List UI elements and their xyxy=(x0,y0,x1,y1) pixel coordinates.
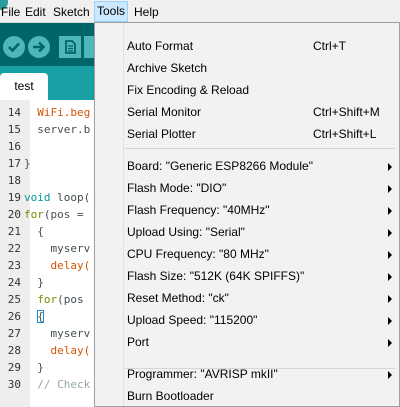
code-line[interactable]: for(pos = xyxy=(24,208,84,221)
code-token: } xyxy=(24,276,44,289)
code-token: { xyxy=(37,310,44,323)
code-token: void xyxy=(24,191,51,204)
verify-button[interactable] xyxy=(3,36,25,58)
menu-item-flash-mode-dio[interactable]: Flash Mode: "DIO" xyxy=(95,177,399,199)
menu-item-serial-plotter[interactable]: Serial Plotter Ctrl+Shift+L xyxy=(95,123,399,145)
code-token: (pos xyxy=(57,293,84,306)
submenu-arrow-icon xyxy=(388,339,392,347)
menu-edit[interactable]: Edit xyxy=(25,4,46,20)
menu-item-port[interactable]: Port xyxy=(95,331,399,353)
code-token: { xyxy=(24,225,44,238)
code-line[interactable]: delay( xyxy=(24,259,90,272)
code-token: server.b xyxy=(24,123,91,136)
menu-item-label: Port xyxy=(127,335,150,349)
menu-item-label: Upload Using: "Serial" xyxy=(127,225,245,239)
code-token: (pos = xyxy=(43,208,84,221)
menu-item-upload-speed-115200[interactable]: Upload Speed: "115200" xyxy=(95,309,399,331)
submenu-arrow-icon xyxy=(388,229,392,237)
menu-item-label: Reset Method: "ck" xyxy=(127,291,229,305)
code-line[interactable]: for(pos xyxy=(24,293,84,306)
menu-item-label: Burn Bootloader xyxy=(127,389,214,403)
tab-test[interactable]: test xyxy=(0,73,48,100)
menu-item-flash-size-512k-64k-spiffs[interactable]: Flash Size: "512K (64K SPIFFS)" xyxy=(95,265,399,287)
menu-item-label: Auto Format xyxy=(127,39,194,53)
submenu-arrow-icon xyxy=(388,207,392,215)
new-sketch-icon xyxy=(65,40,76,54)
menu-item-burn-bootloader[interactable]: Burn Bootloader xyxy=(95,385,399,407)
code-token: for xyxy=(24,208,44,221)
submenu-arrow-icon xyxy=(388,163,392,171)
code-line[interactable]: } xyxy=(24,157,31,170)
submenu-arrow-icon xyxy=(388,295,392,303)
menu-item-label: Archive Sketch xyxy=(127,61,208,75)
code-line[interactable]: server.b xyxy=(24,123,90,136)
verify-icon xyxy=(8,42,20,53)
code-token: loop( xyxy=(50,191,91,204)
code-line[interactable]: myserv xyxy=(24,327,90,340)
menu-item-auto-format[interactable]: Auto Format Ctrl+T xyxy=(95,35,399,57)
menu-help[interactable]: Help xyxy=(134,4,159,20)
new-sketch-button[interactable] xyxy=(59,36,81,58)
menu-item-shortcut: Ctrl+T xyxy=(313,39,346,53)
menu-item-label: Programmer: "AVRISP mkII" xyxy=(127,367,278,381)
menu-item-upload-using-serial[interactable]: Upload Using: "Serial" xyxy=(95,221,399,243)
code-token: delay( xyxy=(24,259,91,272)
submenu-arrow-icon xyxy=(388,371,392,379)
menu-item-cpu-frequency-80-mhz[interactable]: CPU Frequency: "80 MHz" xyxy=(95,243,399,265)
menu-item-archive-sketch[interactable]: Archive Sketch xyxy=(95,57,399,79)
menu-item-label: Board: "Generic ESP8266 Module" xyxy=(127,159,313,173)
menu-item-label: CPU Frequency: "80 MHz" xyxy=(127,247,269,261)
code-token: myserv xyxy=(24,242,91,255)
menu-item-reset-method-ck[interactable]: Reset Method: "ck" xyxy=(95,287,399,309)
menu-item-label: Serial Plotter xyxy=(127,127,196,141)
upload-button[interactable] xyxy=(28,36,50,58)
menu-item-board-generic-esp8266-module[interactable]: Board: "Generic ESP8266 Module" xyxy=(95,155,399,177)
menu-item-shortcut: Ctrl+Shift+M xyxy=(313,105,380,119)
code-line[interactable]: myserv xyxy=(24,242,90,255)
upload-icon xyxy=(33,41,46,53)
code-token: // Check xyxy=(24,378,91,391)
menu-item-label: Flash Frequency: "40MHz" xyxy=(127,203,270,217)
code-line[interactable]: // Check xyxy=(24,378,90,391)
code-token: } xyxy=(24,361,44,374)
code-token: delay( xyxy=(24,344,91,357)
code-token: for xyxy=(37,293,58,306)
menu-item-shortcut: Ctrl+Shift+L xyxy=(313,127,377,141)
code-token: WiFi.beg xyxy=(24,106,91,119)
menu-tools[interactable]: Tools xyxy=(94,1,129,22)
submenu-arrow-icon xyxy=(388,273,392,281)
menu-item-flash-frequency-40mhz[interactable]: Flash Frequency: "40MHz" xyxy=(95,199,399,221)
code-line[interactable]: WiFi.beg xyxy=(24,106,90,119)
code-line[interactable]: } xyxy=(24,276,44,289)
code-editor[interactable]: 14 15 16 17 18 19 20 21 22 23 24 25 26 27 28 29 30 WiFi.… xyxy=(0,100,95,407)
menu-item-label: Serial Monitor xyxy=(127,105,202,119)
code-token: } xyxy=(24,157,31,170)
submenu-arrow-icon xyxy=(388,185,392,193)
menu-item-label: Flash Size: "512K (64K SPIFFS)" xyxy=(127,269,305,283)
code-line[interactable]: { xyxy=(24,225,44,238)
code-line[interactable]: void loop( xyxy=(24,191,90,204)
menu-item-label: Fix Encoding & Reload xyxy=(127,83,250,97)
menu-file[interactable]: File xyxy=(1,4,20,20)
code-line[interactable]: delay( xyxy=(24,344,90,357)
menu-item-label: Flash Mode: "DIO" xyxy=(127,181,227,195)
menu-item-label: Upload Speed: "115200" xyxy=(127,313,258,327)
menu-item-programmer-avrisp-mkii[interactable]: Programmer: "AVRISP mkII" xyxy=(95,363,399,385)
menu-item-fix-encoding-reload[interactable]: Fix Encoding & Reload xyxy=(95,79,399,101)
menu-separator xyxy=(125,148,395,149)
code-line[interactable]: { xyxy=(24,310,44,323)
code-area[interactable]: WiFi.beg server.b} void loop(for(pos = { … xyxy=(0,100,95,407)
code-line[interactable]: } xyxy=(24,361,44,374)
menu-bar: File Edit Sketch Tools Help xyxy=(0,0,400,23)
menu-item-serial-monitor[interactable]: Serial Monitor Ctrl+Shift+M xyxy=(95,101,399,123)
tools-menu: Auto Format Ctrl+T Archive Sketch Fix Encod… xyxy=(94,22,400,407)
code-token: myserv xyxy=(24,327,91,340)
toolbar xyxy=(0,23,95,66)
menu-sketch[interactable]: Sketch xyxy=(53,4,90,20)
submenu-arrow-icon xyxy=(388,317,392,325)
submenu-arrow-icon xyxy=(388,251,392,259)
